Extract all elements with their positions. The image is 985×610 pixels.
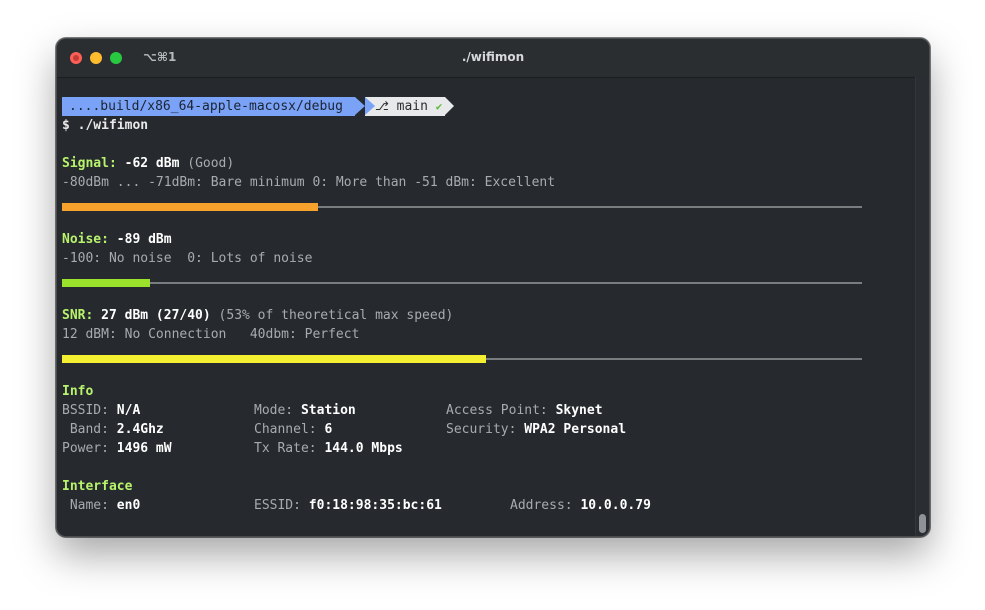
- signal-bar: [62, 203, 862, 211]
- snr-value: 27 dBm (27/40): [101, 308, 211, 323]
- tx-rate-field: Tx Rate: 144.0 Mbps: [254, 441, 403, 456]
- tx-rate-value: 144.0 Mbps: [324, 441, 403, 456]
- snr-bar-fill: [62, 355, 486, 363]
- signal-legend: -80dBm ... -71dBm: Bare minimum 0: More …: [62, 175, 556, 190]
- signal-line: Signal: -62 dBm (Good): [62, 154, 234, 173]
- info-heading: Info: [62, 384, 94, 399]
- noise-label: Noise:: [62, 232, 109, 247]
- git-branch-icon: ⎇: [375, 99, 389, 113]
- prompt-branch: main: [396, 99, 428, 114]
- channel-field: Channel: 6: [254, 422, 333, 437]
- check-icon: ✔: [435, 100, 443, 113]
- snr-line: SNR: 27 dBm (27/40) (53% of theoretical …: [62, 306, 453, 325]
- address-value: 10.0.0.79: [580, 498, 651, 513]
- snr-note: (53% of theoretical max speed): [218, 308, 454, 323]
- prompt-path: ....build/x86_64-apple-macosx/debug: [62, 97, 365, 116]
- channel-value: 6: [324, 422, 333, 437]
- snr-bar: [62, 355, 862, 363]
- access-point-value: Skynet: [555, 403, 603, 418]
- noise-bar: [62, 279, 862, 287]
- essid-value: f0:18:98:35:bc:61: [308, 498, 442, 513]
- access-point-field: Access Point: Skynet: [446, 403, 603, 418]
- interface-heading: Interface: [62, 479, 133, 494]
- noise-line: Noise: -89 dBm: [62, 230, 172, 249]
- title-bar: ⌥⌘1 ./wifimon: [57, 39, 929, 78]
- prompt-branch-segment: ⎇ main ✔: [365, 97, 454, 116]
- security-field: Security: WPA2 Personal: [446, 422, 627, 437]
- mode-field: Mode: Station: [254, 403, 356, 418]
- band-value: 2.4Ghz: [116, 422, 164, 437]
- bssid-value: N/A: [116, 403, 141, 418]
- signal-value: -62 dBm: [124, 156, 180, 171]
- scrollbar-thumb[interactable]: [919, 514, 926, 533]
- noise-bar-fill: [62, 279, 150, 287]
- power-field: Power: 1496 mW: [62, 441, 172, 456]
- noise-legend: -100: No noise 0: Lots of noise: [62, 251, 313, 266]
- signal-quality: (Good): [187, 156, 235, 171]
- bssid-field: BSSID: N/A: [62, 403, 141, 418]
- snr-legend: 12 dBM: No Connection 40dbm: Perfect: [62, 327, 360, 342]
- address-field: Address: 10.0.0.79: [510, 498, 651, 513]
- snr-label: SNR:: [62, 308, 94, 323]
- power-value: 1496 mW: [116, 441, 172, 456]
- window-title: ./wifimon: [461, 50, 525, 64]
- mode-value: Station: [300, 403, 356, 418]
- security-value: WPA2 Personal: [524, 422, 627, 437]
- band-field: Band: 2.4Ghz: [62, 422, 164, 437]
- essid-field: ESSID: f0:18:98:35:bc:61: [254, 498, 442, 513]
- interface-name-field: Name: en0: [62, 498, 141, 513]
- signal-bar-fill: [62, 203, 318, 211]
- noise-value: -89 dBm: [116, 232, 172, 247]
- scrollbar[interactable]: [915, 77, 929, 536]
- terminal-window: ⌥⌘1 ./wifimon ....build/x86_64-apple-mac…: [56, 38, 930, 537]
- command-line: $ ./wifimon: [62, 118, 149, 133]
- interface-name-value: en0: [116, 498, 141, 513]
- signal-label: Signal:: [62, 156, 117, 171]
- terminal-content[interactable]: ....build/x86_64-apple-macosx/debug ⎇ ma…: [62, 97, 915, 536]
